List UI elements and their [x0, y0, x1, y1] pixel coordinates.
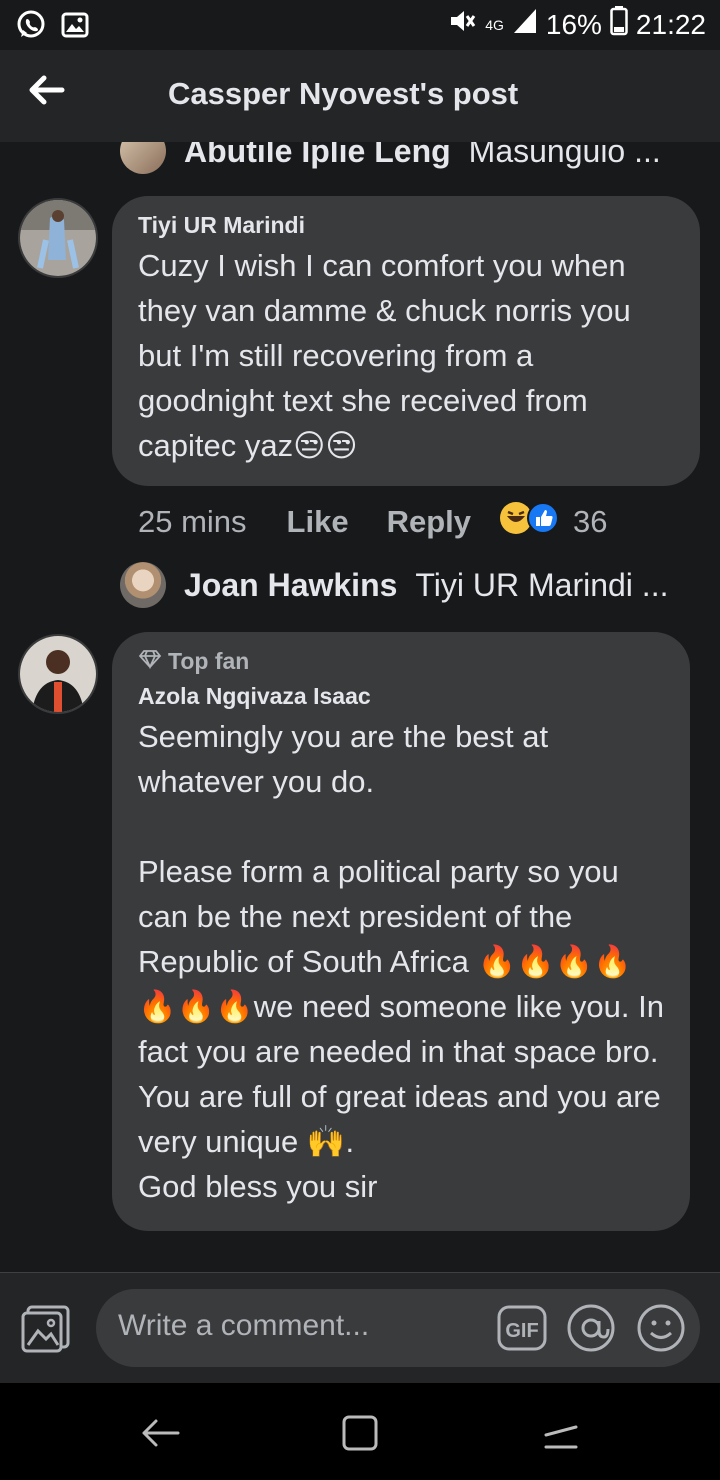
network-type: 4G	[485, 16, 504, 33]
reaction-count[interactable]: 36	[573, 504, 607, 540]
top-fan-badge: Top fan	[138, 648, 664, 675]
arrow-left-icon[interactable]	[26, 72, 74, 112]
comment-time[interactable]: 25 mins	[138, 504, 247, 540]
comment-bubble[interactable]: Top fan Azola Ngqivaza Isaac Seemingly y…	[112, 632, 690, 1231]
system-navigation-bar	[0, 1383, 720, 1480]
comment-composer: Write a comment... GIF	[0, 1272, 720, 1383]
back-nav-icon[interactable]	[138, 1411, 182, 1455]
reply-author[interactable]: Joan Hawkins	[184, 567, 397, 604]
comment-author[interactable]: Tiyi UR Marindi	[138, 212, 674, 239]
reply-author[interactable]: Abutile Iplie Leng	[184, 142, 451, 170]
comments-list[interactable]: Abutile Iplie Leng Masunguio ... Tiyi UR…	[0, 142, 720, 1272]
comment-text: Seemingly you are the best at whatever y…	[138, 719, 664, 1204]
comment-placeholder: Write a comment...	[118, 1309, 370, 1342]
gif-icon[interactable]: GIF	[496, 1303, 547, 1353]
avatar[interactable]	[120, 562, 166, 608]
like-icon	[527, 502, 559, 542]
like-button[interactable]: Like	[287, 504, 349, 540]
page-title: Cassper Nyovest's post	[168, 76, 519, 111]
home-nav-icon[interactable]	[338, 1411, 382, 1455]
reply-snippet: Masunguio ...	[468, 142, 661, 169]
status-notifications	[14, 8, 92, 42]
battery-percent: 16%	[545, 8, 602, 40]
gif-label: GIF	[505, 1320, 538, 1342]
badge-label: Top fan	[168, 648, 250, 674]
clock: 21:22	[635, 8, 706, 40]
avatar[interactable]	[18, 634, 98, 714]
mention-icon[interactable]	[566, 1303, 616, 1353]
status-bar: 4G 16% 21:22	[0, 0, 720, 50]
signal-icon	[512, 7, 538, 42]
battery-icon	[610, 6, 628, 43]
whatsapp-icon	[14, 8, 48, 42]
avatar[interactable]	[18, 198, 98, 278]
diamond-icon	[138, 648, 162, 675]
comment-author[interactable]: Azola Ngqivaza Isaac	[138, 683, 664, 710]
mute-icon	[447, 6, 477, 43]
app-header: Cassper Nyovest's post	[0, 50, 720, 142]
comment-input[interactable]: Write a comment... GIF	[96, 1289, 700, 1367]
recents-nav-icon[interactable]	[540, 1411, 584, 1455]
reply-preview[interactable]: Joan Hawkins Tiyi UR Marindi ...	[120, 560, 668, 610]
comment-text: Cuzy I wish I can comfort you when they …	[138, 248, 640, 463]
gallery-icon	[58, 8, 92, 42]
reply-snippet: Tiyi UR Marindi ...	[415, 566, 669, 603]
emoji-icon[interactable]	[636, 1303, 686, 1353]
avatar[interactable]	[120, 142, 166, 174]
status-system: 4G 16% 21:22	[447, 6, 706, 43]
reply-preview[interactable]: Abutile Iplie Leng Masunguio ...	[120, 142, 661, 176]
reaction-summary[interactable]	[499, 501, 559, 543]
comment-actions: 25 mins Like Reply 36	[138, 500, 607, 544]
reply-button[interactable]: Reply	[387, 504, 471, 540]
comment-bubble[interactable]: Tiyi UR Marindi Cuzy I wish I can comfor…	[112, 196, 700, 486]
photo-icon[interactable]	[20, 1303, 72, 1355]
